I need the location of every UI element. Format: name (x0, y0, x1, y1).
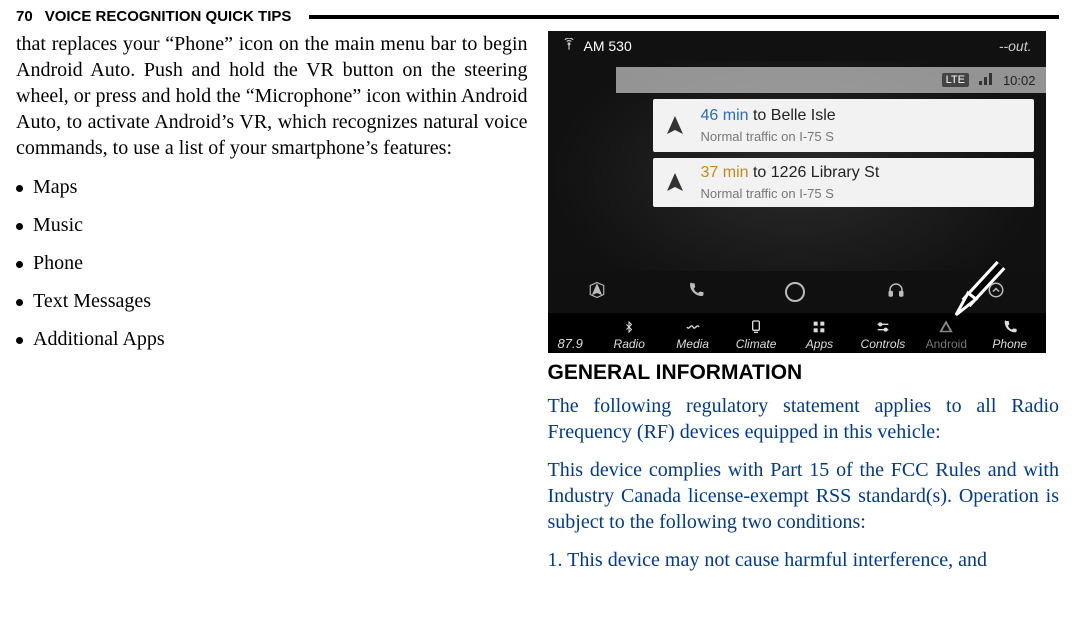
bottom-label: Radio (614, 337, 645, 351)
list-item: Text Messages (16, 289, 528, 313)
navigation-arrow-icon (663, 114, 687, 138)
bluetooth-icon (623, 318, 635, 336)
ss-android-nav-bar (548, 271, 1046, 313)
list-item-label: Additional Apps (33, 327, 165, 351)
phone-bt-icon (1002, 318, 1018, 336)
bottom-label: Phone (992, 337, 1027, 351)
list-item-label: Maps (33, 175, 77, 199)
right-column: AM 530 --out. LTE 10:02 46 min to (548, 31, 1060, 573)
nav-destination: to 1226 Library St (749, 164, 880, 181)
signal-icon (979, 73, 993, 88)
bottom-slot-controls[interactable]: Controls (851, 318, 914, 351)
lte-badge: LTE (942, 73, 969, 87)
ss-top-bar: AM 530 --out. (548, 31, 1046, 61)
bottom-slot-android[interactable]: Android (915, 318, 978, 351)
ol-number: 1. (548, 549, 563, 571)
bottom-label: Media (676, 337, 709, 351)
two-column-layout: that replaces your “Phone” icon on the m… (16, 31, 1059, 573)
bottom-slot-phone[interactable]: Phone (978, 318, 1041, 351)
bottom-slot-media[interactable]: Media (661, 318, 724, 351)
bottom-slot-climate[interactable]: Climate (724, 318, 787, 351)
home-circle-icon[interactable] (785, 282, 805, 302)
regulatory-intro: The following regulatory statement appli… (548, 393, 1060, 445)
condition-1: 1. This device may not cause harmful int… (548, 547, 1060, 573)
nav-card-title: 37 min to 1226 Library St (701, 164, 1022, 182)
left-column: that replaces your “Phone” icon on the m… (16, 31, 528, 573)
bullet-icon (16, 299, 23, 306)
fcc-paragraph: This device complies with Part 15 of the… (548, 457, 1060, 535)
header-rule (309, 15, 1059, 19)
navigation-arrow-icon (663, 171, 687, 195)
bottom-label: Apps (806, 337, 833, 351)
climate-icon (748, 318, 764, 336)
bottom-label: Controls (861, 337, 906, 351)
nav-minutes: 46 min (701, 107, 749, 124)
ss-android-status-bar: LTE 10:02 (616, 67, 1046, 93)
list-item-label: Phone (33, 251, 83, 275)
list-item: Phone (16, 251, 528, 275)
apps-icon (811, 318, 827, 336)
nav-destination: to Belle Isle (749, 107, 836, 124)
ol-text: This device may not cause harmful interf… (567, 549, 987, 571)
list-item-label: Music (33, 213, 83, 237)
phone-icon[interactable] (687, 281, 705, 304)
chevron-up-circle-icon[interactable] (987, 281, 1005, 304)
page-number: 70 (16, 8, 33, 25)
android-auto-icon (937, 318, 955, 336)
maps-icon[interactable] (588, 281, 606, 304)
section-title: VOICE RECOGNITION QUICK TIPS (45, 8, 292, 25)
intro-paragraph: that replaces your “Phone” icon on the m… (16, 31, 528, 161)
bottom-slot-radio[interactable]: Radio (598, 318, 661, 351)
nav-minutes: 37 min (701, 164, 749, 181)
clock-label: 10:02 (1003, 73, 1036, 88)
list-item: Additional Apps (16, 327, 528, 351)
feature-list: Maps Music Phone Text Messages Additiona… (16, 175, 528, 351)
headphones-icon[interactable] (886, 281, 906, 304)
list-item-label: Text Messages (33, 289, 151, 313)
top-right-label: --out. (999, 38, 1032, 54)
page-header: 70 VOICE RECOGNITION QUICK TIPS (16, 8, 1059, 25)
media-icon (685, 318, 701, 336)
bullet-icon (16, 337, 23, 344)
bottom-slot-apps[interactable]: Apps (788, 318, 851, 351)
nav-card[interactable]: 46 min to Belle Isle Normal traffic on I… (653, 99, 1034, 152)
bullet-icon (16, 223, 23, 230)
bottom-label: Android (926, 337, 967, 351)
radio-station-label: AM 530 (584, 38, 632, 54)
ss-vehicle-bottom-bar: 87.9 Radio Media Climate Apps (548, 313, 1046, 353)
controls-icon (875, 318, 891, 336)
general-info-heading: GENERAL INFORMATION (548, 361, 1060, 385)
infotainment-screenshot: AM 530 --out. LTE 10:02 46 min to (548, 31, 1046, 353)
bullet-icon (16, 261, 23, 268)
radio-tower-icon (562, 38, 576, 55)
bullet-icon (16, 185, 23, 192)
list-item: Maps (16, 175, 528, 199)
nav-card-subtitle: Normal traffic on I-75 S (701, 129, 1022, 144)
nav-card[interactable]: 37 min to 1226 Library St Normal traffic… (653, 158, 1034, 207)
nav-card-subtitle: Normal traffic on I-75 S (701, 186, 1022, 201)
list-item: Music (16, 213, 528, 237)
ss-nav-cards: 46 min to Belle Isle Normal traffic on I… (653, 99, 1034, 207)
nav-card-title: 46 min to Belle Isle (701, 107, 1022, 125)
radio-preset-label[interactable]: 87.9 (552, 336, 598, 351)
bottom-label: Climate (736, 337, 777, 351)
